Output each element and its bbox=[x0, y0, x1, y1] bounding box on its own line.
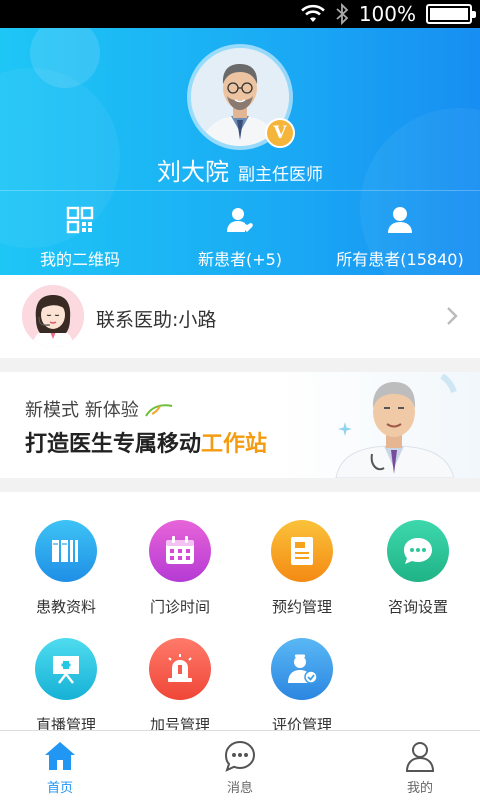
grid-icon-bg bbox=[149, 638, 211, 700]
appointment-management-button[interactable]: 预约管理 bbox=[242, 520, 362, 617]
promo-banner[interactable]: 新模式 新体验 打造医生专属移动工作站 bbox=[0, 372, 480, 478]
grid-icon-bg bbox=[271, 638, 333, 700]
message-icon bbox=[224, 740, 256, 772]
contact-assistant-row[interactable]: 联系医助:小路 bbox=[0, 275, 480, 358]
battery-percent: 100% bbox=[358, 2, 416, 26]
leaf-icon bbox=[145, 404, 173, 417]
doctor-rating-icon bbox=[288, 654, 318, 684]
tab-label: 我的 bbox=[406, 781, 433, 796]
banner-subtitle: 新模式 新体验 bbox=[25, 396, 174, 422]
siren-icon bbox=[168, 654, 192, 682]
grid-icon-bg bbox=[149, 520, 211, 582]
patient-education-button[interactable]: 患教资料 bbox=[6, 520, 126, 617]
consultation-settings-button[interactable]: 咨询设置 bbox=[358, 520, 478, 617]
wifi-icon bbox=[300, 4, 325, 22]
doctor-title: 副主任医师 bbox=[238, 165, 324, 185]
assistant-avatar bbox=[22, 285, 84, 347]
profile-header: V 刘大院 副主任医师 我的二维码 新患者(+5) 所有患者(15840) bbox=[0, 28, 480, 275]
banner-doctor-illustration bbox=[335, 374, 457, 478]
battery-icon bbox=[426, 4, 476, 24]
grid-icon-bg bbox=[35, 638, 97, 700]
bottom-tab-bar: 首页 消息 我的 bbox=[0, 730, 480, 800]
home-icon bbox=[45, 742, 75, 770]
all-patients-icon bbox=[388, 207, 412, 233]
chevron-right-icon bbox=[447, 307, 458, 325]
document-icon bbox=[291, 537, 313, 565]
grid-label: 患教资料 bbox=[35, 598, 96, 616]
grid-label: 咨询设置 bbox=[387, 598, 448, 616]
books-icon bbox=[52, 540, 78, 562]
banner-title: 打造医生专属移动工作站 bbox=[25, 426, 267, 458]
assistant-label: 联系医助:小路 bbox=[96, 309, 217, 331]
quick-action-label: 新患者(+5) bbox=[197, 250, 283, 269]
banner-title-main: 打造医生专属移动 bbox=[25, 432, 202, 457]
live-management-button[interactable]: 直播管理 bbox=[6, 638, 126, 735]
profile-icon bbox=[405, 742, 435, 772]
tab-messages[interactable]: 消息 bbox=[160, 739, 320, 796]
status-icons: 100% bbox=[300, 2, 476, 26]
tab-profile[interactable]: 我的 bbox=[340, 739, 480, 796]
function-grid: 患教资料 门诊时间 预约管理 咨询设置 直播管理 加号管理 评价管理 bbox=[0, 492, 480, 734]
new-patients-button[interactable]: 新患者(+5) bbox=[160, 206, 320, 270]
grid-label: 预约管理 bbox=[271, 598, 332, 616]
status-bar: 100% bbox=[0, 0, 480, 28]
grid-label: 门诊时间 bbox=[149, 598, 210, 616]
review-management-button[interactable]: 评价管理 bbox=[242, 638, 362, 735]
new-patient-icon bbox=[227, 208, 253, 232]
quick-action-label: 我的二维码 bbox=[39, 250, 120, 269]
verified-badge: V bbox=[265, 118, 295, 148]
tab-label: 首页 bbox=[46, 781, 73, 796]
grid-icon-bg bbox=[271, 520, 333, 582]
presentation-icon bbox=[53, 656, 79, 684]
extra-slot-management-button[interactable]: 加号管理 bbox=[120, 638, 240, 735]
all-patients-button[interactable]: 所有患者(15840) bbox=[320, 206, 480, 270]
clinic-hours-button[interactable]: 门诊时间 bbox=[120, 520, 240, 617]
header-divider bbox=[0, 190, 480, 191]
tab-label: 消息 bbox=[226, 781, 253, 796]
chat-bubble-icon bbox=[404, 538, 432, 564]
battery-level bbox=[430, 8, 468, 20]
qr-code-icon bbox=[66, 206, 94, 234]
bluetooth-icon bbox=[336, 3, 349, 25]
my-qr-code-button[interactable]: 我的二维码 bbox=[0, 206, 160, 270]
grid-icon-bg bbox=[35, 520, 97, 582]
tab-home[interactable]: 首页 bbox=[0, 739, 140, 796]
doctor-name: 刘大院 bbox=[156, 158, 229, 186]
calendar-icon bbox=[166, 536, 194, 564]
grid-icon-bg bbox=[387, 520, 449, 582]
doctor-name-row: 刘大院 副主任医师 bbox=[0, 152, 480, 187]
banner-title-highlight: 工作站 bbox=[201, 432, 268, 457]
quick-action-label: 所有患者(15840) bbox=[336, 250, 464, 269]
